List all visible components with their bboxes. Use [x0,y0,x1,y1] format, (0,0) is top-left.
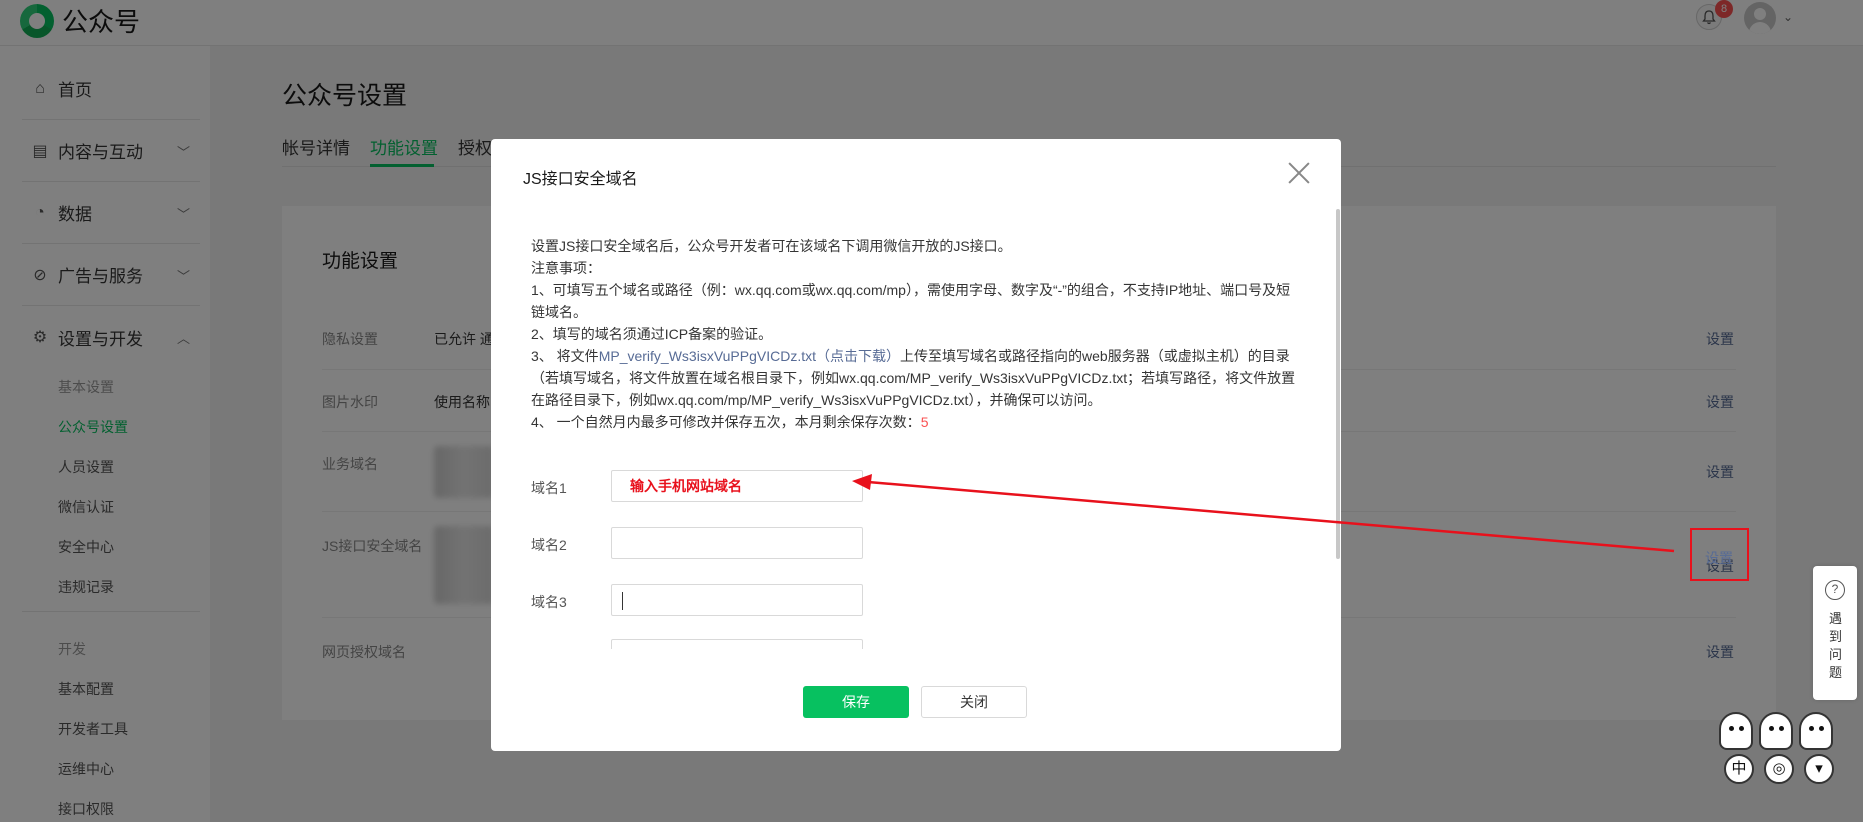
language-toggle-button[interactable]: 中 [1724,754,1754,784]
ghost-sticker-icon [1719,712,1753,750]
sticker-widget[interactable]: 中 ◎ ▾ [1715,710,1845,822]
help-widget[interactable]: ? 遇到问题 [1813,566,1857,700]
emoji-icon[interactable]: ◎ [1764,754,1794,784]
question-icon: ? [1825,580,1845,600]
shirt-icon[interactable]: ▾ [1804,754,1834,784]
annotation-arrow [852,474,1675,553]
help-label: 遇到问题 [1829,611,1843,680]
ghost-sticker-icon [1799,712,1833,750]
ghost-sticker-icon [1759,712,1793,750]
